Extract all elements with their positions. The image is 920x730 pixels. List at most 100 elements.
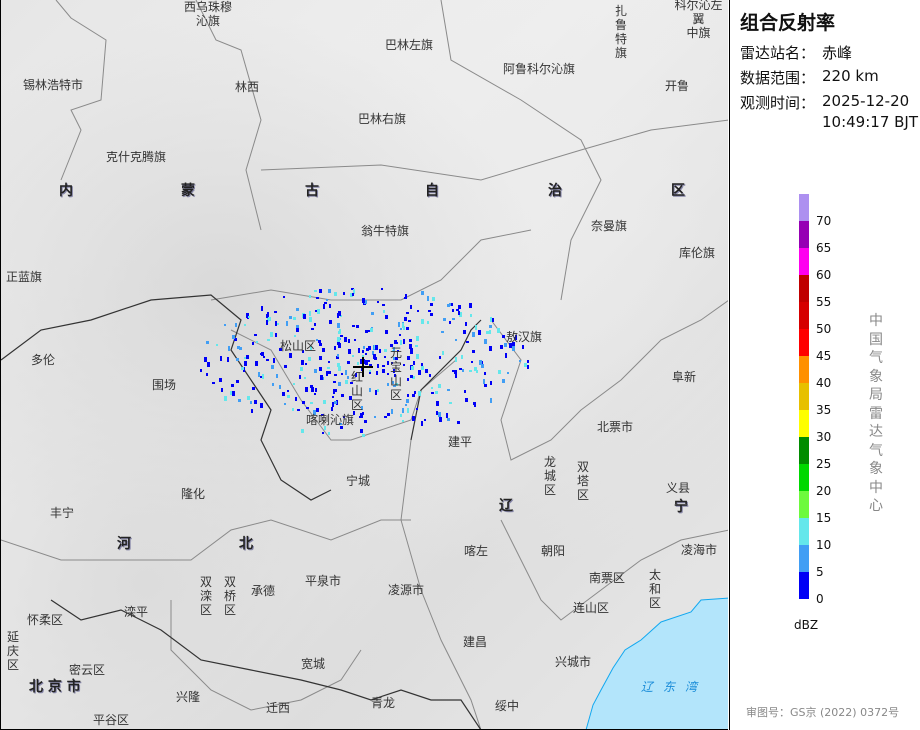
echo-pixel	[266, 359, 269, 361]
region-label: 辽	[499, 498, 513, 514]
echo-pixel	[244, 357, 246, 359]
place-label: 双 滦 区	[200, 575, 213, 617]
echo-pixel	[309, 311, 311, 316]
place-label: 正蓝旗	[6, 270, 43, 284]
echo-pixel	[310, 402, 313, 404]
echo-pixel	[333, 381, 336, 383]
echo-pixel	[319, 289, 322, 293]
echo-pixel	[502, 335, 505, 338]
echo-pixel	[352, 325, 355, 327]
range-value: 220 km	[822, 67, 879, 85]
echo-pixel	[315, 388, 317, 392]
echo-pixel	[462, 369, 464, 372]
map-approval-number: 审图号：GS京 (2022) 0372号	[746, 706, 900, 719]
echo-pixel	[305, 363, 307, 365]
echo-pixel	[266, 314, 268, 318]
echo-pixel	[228, 346, 230, 351]
echo-pixel	[466, 341, 469, 343]
echo-pixel	[324, 302, 327, 304]
echo-pixel	[400, 414, 402, 417]
echo-pixel	[398, 322, 400, 327]
echo-pixel	[400, 340, 402, 345]
radar-map[interactable]: 西乌珠穆 沁旗 巴林左旗 阿鲁科尔沁旗 扎 鲁 特 旗 科尔沁左翼 中旗 开鲁 锡林浩特市 林…	[0, 0, 728, 730]
echo-pixel	[371, 312, 374, 315]
range-row: 数据范围： 220 km	[740, 67, 879, 88]
echo-pixel	[220, 356, 222, 361]
echo-pixel	[439, 356, 441, 359]
echo-pixel	[270, 332, 273, 337]
place-label: 龙 城 区	[544, 455, 557, 497]
echo-pixel	[414, 391, 416, 394]
echo-pixel	[212, 382, 215, 384]
echo-pixel	[362, 434, 365, 437]
place-label: 双 桥 区	[224, 575, 237, 617]
place-label: 喀喇沁旗	[306, 413, 355, 427]
echo-pixel	[439, 417, 442, 422]
echo-pixel	[431, 392, 434, 394]
echo-pixel	[331, 407, 333, 411]
echo-pixel	[283, 296, 285, 298]
place-label: 阜新	[672, 370, 697, 384]
echo-pixel	[284, 365, 287, 368]
place-label: 滦平	[124, 605, 149, 619]
echo-pixel	[377, 301, 379, 303]
region-label: 宁	[674, 499, 688, 515]
echo-pixel	[341, 373, 343, 375]
echo-pixel	[407, 356, 410, 360]
echo-pixel	[337, 337, 340, 342]
echo-pixel	[471, 361, 473, 363]
echo-pixel	[458, 305, 461, 309]
echo-pixel	[326, 371, 328, 376]
echo-pixel	[376, 371, 378, 375]
echo-pixel	[322, 348, 325, 352]
info-panel: 组合反射率 雷达站名： 赤峰 数据范围： 220 km 观测时间： 2025-1…	[729, 0, 920, 730]
echo-pixel	[421, 421, 423, 426]
echo-pixel	[224, 396, 227, 401]
echo-pixel	[425, 369, 428, 373]
echo-pixel	[316, 339, 318, 341]
sea-label: 辽东湾	[641, 680, 708, 694]
place-label: 开鲁	[665, 79, 690, 93]
echo-pixel	[394, 340, 397, 344]
echo-pixel	[347, 361, 350, 364]
echo-pixel	[409, 344, 412, 349]
echo-pixel	[411, 366, 414, 370]
echo-pixel	[387, 383, 389, 386]
echo-pixel	[382, 304, 385, 306]
place-label: 西乌珠穆 沁旗	[184, 0, 233, 28]
legend-tick: 60	[816, 268, 832, 282]
echo-pixel	[303, 314, 306, 319]
echo-pixel	[452, 309, 454, 312]
echo-pixel	[436, 401, 439, 406]
echo-pixel	[237, 346, 240, 349]
echo-pixel	[244, 324, 246, 326]
echo-pixel	[387, 361, 389, 365]
echo-pixel	[363, 346, 365, 349]
place-label: 凌源市	[388, 583, 425, 597]
echo-pixel	[309, 317, 312, 322]
echo-pixel	[519, 360, 521, 362]
echo-pixel	[232, 391, 235, 396]
echo-pixel	[232, 335, 235, 339]
echo-pixel	[332, 396, 334, 398]
echo-pixel	[297, 409, 300, 411]
echo-pixel	[356, 325, 359, 328]
echo-pixel	[328, 371, 331, 374]
echo-pixel	[345, 370, 347, 375]
legend-tick: 40	[816, 376, 832, 390]
echo-pixel	[365, 330, 368, 333]
echo-pixel	[339, 329, 341, 333]
place-label: 青龙	[371, 696, 396, 710]
echo-pixel	[417, 310, 419, 312]
place-label: 兴城市	[555, 655, 592, 669]
echo-pixel	[524, 363, 527, 367]
place-label: 林西	[235, 80, 260, 94]
region-label: 区	[671, 183, 685, 199]
region-label: 蒙	[181, 183, 195, 199]
legend-tick: 0	[816, 592, 824, 606]
echo-pixel	[261, 306, 263, 311]
echo-pixel	[338, 311, 341, 316]
echo-pixel	[489, 325, 492, 328]
echo-pixel	[375, 345, 378, 350]
echo-pixel	[362, 350, 364, 353]
